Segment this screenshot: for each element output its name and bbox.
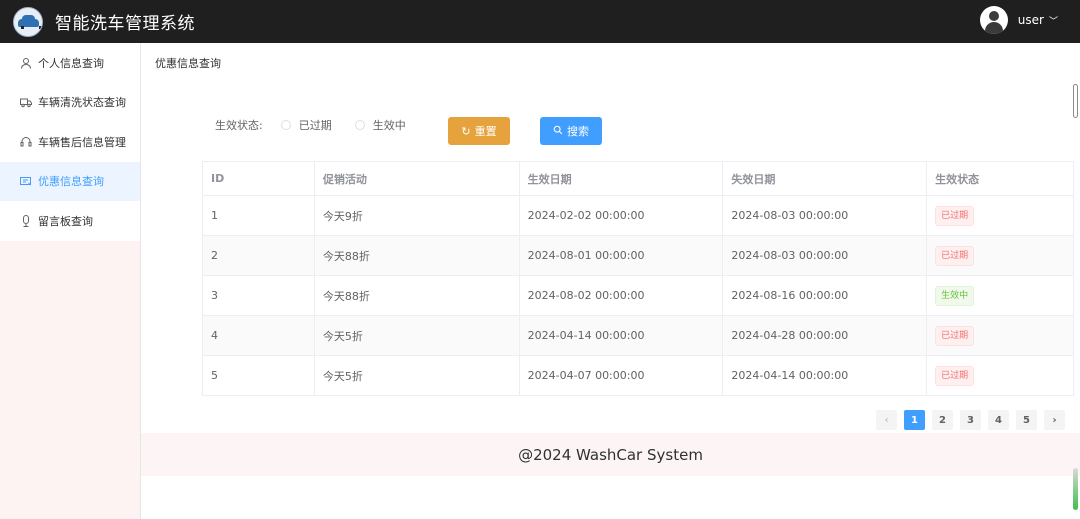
cell-start-date: 2024-08-02 00:00:00 <box>519 276 724 316</box>
page-button-2[interactable]: 2 <box>932 410 953 430</box>
status-badge: 已过期 <box>935 325 975 346</box>
radio-circle[interactable] <box>354 120 365 130</box>
avatar[interactable] <box>979 6 1008 34</box>
status-filter: 生效状态: 已过期 生效中 <box>215 117 429 133</box>
chevron-down-icon[interactable]: ﹀ <box>1049 14 1058 27</box>
table-body: 1 今天9折 2024-02-02 00:00:00 2024-08-03 00… <box>203 196 1074 396</box>
column-header-start-date: 生效日期 <box>519 162 724 196</box>
cell-activity: 今天5折 <box>314 316 520 356</box>
table-header: ID 促销活动 生效日期 失效日期 生效状态 <box>203 162 1074 196</box>
cell-status: 已过期 <box>927 356 1074 396</box>
table-row: 5 今天5折 2024-04-07 00:00:00 2024-04-14 00… <box>203 356 1074 396</box>
sidebar-item-after-sales[interactable]: 车辆售后信息管理 <box>0 122 140 162</box>
coupon-icon <box>20 175 32 187</box>
prev-page-button[interactable]: ‹ <box>876 410 897 430</box>
page-button-4[interactable]: 4 <box>988 410 1009 430</box>
sidebar-item-personal-info[interactable]: 个人信息查询 <box>0 43 140 83</box>
sidebar-item-label: 个人信息查询 <box>38 56 104 70</box>
scrollbar-thumb-bottom[interactable] <box>1073 468 1078 510</box>
table-row: 3 今天88折 2024-08-02 00:00:00 2024-08-16 0… <box>203 276 1074 316</box>
column-header-activity: 促销活动 <box>314 162 520 196</box>
page-button-1[interactable]: 1 <box>904 410 925 430</box>
status-badge: 生效中 <box>935 285 975 306</box>
cell-id: 5 <box>203 356 315 396</box>
footer: @2024 WashCar System <box>141 433 1080 476</box>
search-button[interactable]: 搜索 <box>540 117 602 145</box>
sidebar-item-label: 车辆清洗状态查询 <box>38 96 126 110</box>
sidebar-item-label: 留言板查询 <box>38 214 93 228</box>
cell-activity: 今天9折 <box>314 196 520 236</box>
radio-expired[interactable]: 已过期 <box>280 117 332 133</box>
cell-id: 1 <box>203 196 315 236</box>
status-badge: 已过期 <box>935 245 975 266</box>
table-row: 1 今天9折 2024-02-02 00:00:00 2024-08-03 00… <box>203 196 1074 236</box>
user-menu[interactable]: user ﹀ <box>979 6 1058 34</box>
page-button-5[interactable]: 5 <box>1016 410 1037 430</box>
user-icon <box>20 57 32 69</box>
cell-end-date: 2024-08-03 00:00:00 <box>723 236 928 276</box>
reset-button[interactable]: ↻ 重置 <box>448 117 510 145</box>
scrollbar-thumb[interactable] <box>1073 84 1078 118</box>
cell-id: 4 <box>203 316 315 356</box>
table-row: 2 今天88折 2024-08-01 00:00:00 2024-08-03 0… <box>203 236 1074 276</box>
cell-end-date: 2024-04-28 00:00:00 <box>723 316 928 356</box>
cell-end-date: 2024-08-16 00:00:00 <box>723 276 928 316</box>
sidebar-item-message-board[interactable]: 留言板查询 <box>0 201 140 241</box>
column-header-end-date: 失效日期 <box>723 162 928 196</box>
microphone-icon <box>20 214 32 227</box>
next-page-button[interactable]: › <box>1044 410 1065 430</box>
headset-icon <box>20 136 32 148</box>
search-button-label: 搜索 <box>567 125 589 138</box>
promotions-table: ID 促销活动 生效日期 失效日期 生效状态 1 今天9折 2024-02-02… <box>202 161 1074 396</box>
filter-label: 生效状态: <box>215 119 263 132</box>
cell-activity: 今天88折 <box>314 276 520 316</box>
status-badge: 已过期 <box>935 205 975 226</box>
page-button-3[interactable]: 3 <box>960 410 981 430</box>
refresh-icon: ↻ <box>461 124 471 138</box>
pagination: ‹ 1 2 3 4 5 › <box>876 410 1072 430</box>
cell-end-date: 2024-08-03 00:00:00 <box>723 196 928 236</box>
cell-id: 3 <box>203 276 315 316</box>
app-title: 智能洗车管理系统 <box>55 14 195 34</box>
table-row: 4 今天5折 2024-04-14 00:00:00 2024-04-28 00… <box>203 316 1074 356</box>
truck-icon <box>20 96 32 108</box>
radio-circle[interactable] <box>280 120 291 130</box>
status-badge: 已过期 <box>935 365 975 386</box>
column-header-id: ID <box>203 162 315 196</box>
sidebar-item-label: 优惠信息查询 <box>38 175 104 189</box>
radio-active[interactable]: 生效中 <box>354 117 406 133</box>
username[interactable]: user <box>1018 13 1044 27</box>
sidebar-item-wash-status[interactable]: 车辆清洗状态查询 <box>0 83 140 123</box>
cell-start-date: 2024-04-14 00:00:00 <box>519 316 724 356</box>
cell-status: 已过期 <box>927 196 1074 236</box>
top-header: 智能洗车管理系统 user ﹀ <box>0 0 1080 43</box>
cell-start-date: 2024-02-02 00:00:00 <box>519 196 724 236</box>
reset-button-label: 重置 <box>474 125 497 138</box>
cell-start-date: 2024-08-01 00:00:00 <box>519 236 724 276</box>
cell-status: 已过期 <box>927 236 1074 276</box>
radio-label[interactable]: 已过期 <box>299 117 332 133</box>
sidebar-item-promotions[interactable]: 优惠信息查询 <box>0 161 140 201</box>
search-icon <box>553 125 563 138</box>
sidebar-item-label: 车辆售后信息管理 <box>38 135 126 149</box>
radio-label[interactable]: 生效中 <box>373 117 406 133</box>
cell-id: 2 <box>203 236 315 276</box>
breadcrumb: 优惠信息查询 <box>155 57 221 70</box>
cell-activity: 今天5折 <box>314 356 520 396</box>
cell-activity: 今天88折 <box>314 236 520 276</box>
cell-end-date: 2024-04-14 00:00:00 <box>723 356 928 396</box>
column-header-status: 生效状态 <box>927 162 1074 196</box>
app-logo <box>13 6 43 37</box>
sidebar-menu: 个人信息查询 车辆清洗状态查询 车辆售后信息管理 优惠信息查询 留言板查询 <box>0 43 140 241</box>
sidebar: 个人信息查询 车辆清洗状态查询 车辆售后信息管理 优惠信息查询 留言板查询 <box>0 43 141 519</box>
cell-status: 生效中 <box>927 276 1074 316</box>
cell-status: 已过期 <box>927 316 1074 356</box>
cell-start-date: 2024-04-07 00:00:00 <box>519 356 724 396</box>
